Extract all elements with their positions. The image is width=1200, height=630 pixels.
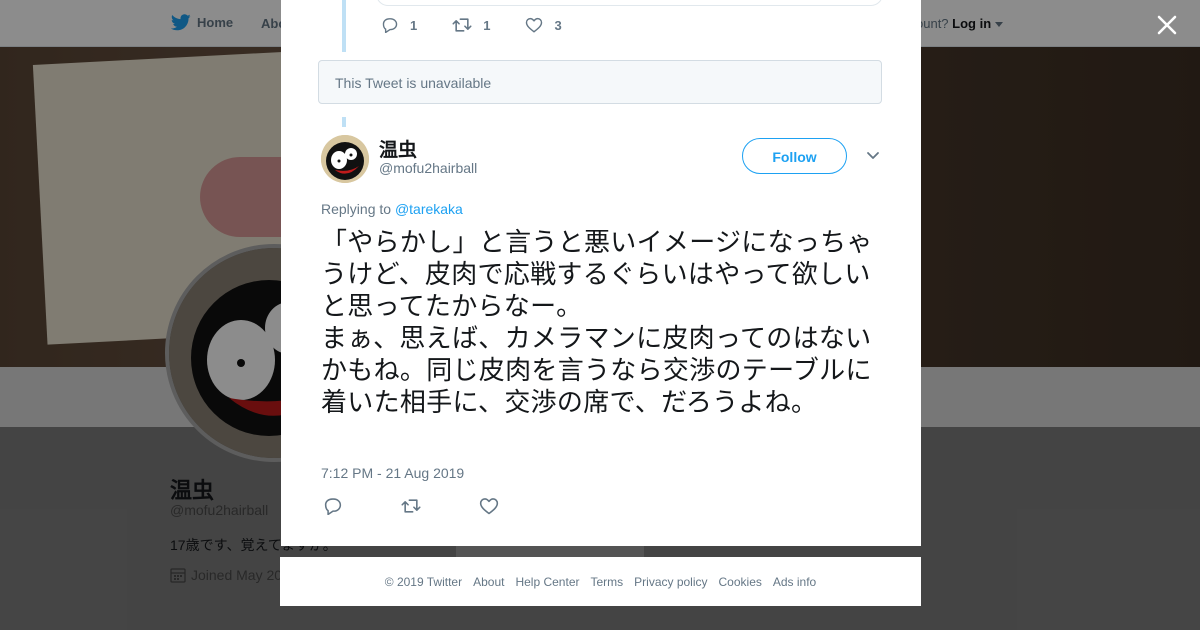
footer-link-ads-info[interactable]: Ads info <box>773 575 816 589</box>
tweet-text: 「やらかし」と言うと悪いイメージになっちゃうけど、皮肉で応戦するぐらいはやって欲… <box>321 228 873 418</box>
tweet-author-avatar[interactable] <box>321 135 369 183</box>
reply-icon[interactable] <box>323 497 343 515</box>
like-icon <box>526 17 543 33</box>
footer-link-about[interactable]: About <box>473 575 504 589</box>
modal-footer: © 2019 Twitter About Help Center Terms P… <box>280 557 921 606</box>
thread-line <box>342 0 346 52</box>
thread-line-stub <box>342 117 346 127</box>
replying-to: Replying to @tarekaka <box>321 201 463 217</box>
reply-icon <box>382 18 398 33</box>
avatar-creature-icon <box>321 135 369 183</box>
footer-copyright: © 2019 Twitter <box>384 574 463 589</box>
footer-link-privacy[interactable]: Privacy policy <box>634 575 707 589</box>
like-icon[interactable] <box>479 497 499 515</box>
footer-link-cookies[interactable]: Cookies <box>719 575 762 589</box>
retweet-icon <box>452 18 472 32</box>
retweet-button[interactable]: 1 <box>452 17 490 33</box>
retweet-icon[interactable] <box>401 497 421 515</box>
tweet-modal: 1 1 3 This Tweet is unavailable 温虫 @mofu… <box>281 0 921 546</box>
previous-tweet-card-edge <box>376 0 883 6</box>
replying-to-label: Replying to <box>321 201 392 217</box>
previous-tweet-actions: 1 1 3 <box>381 17 597 33</box>
retweet-count: 1 <box>483 17 491 33</box>
tweet-timestamp[interactable]: 7:12 PM - 21 Aug 2019 <box>321 465 464 481</box>
like-count: 3 <box>554 17 562 33</box>
chevron-down-icon[interactable] <box>866 150 880 162</box>
close-icon[interactable] <box>1154 12 1180 38</box>
tweet-actions <box>323 497 499 515</box>
reply-button[interactable]: 1 <box>381 17 417 33</box>
footer-link-help-center[interactable]: Help Center <box>515 575 579 589</box>
replying-to-handle-link[interactable]: @tarekaka <box>395 201 463 217</box>
tweet-author-handle[interactable]: @mofu2hairball <box>379 160 477 176</box>
footer-link-terms[interactable]: Terms <box>590 575 623 589</box>
tweet-unavailable-notice: This Tweet is unavailable <box>318 60 882 104</box>
follow-button[interactable]: Follow <box>742 138 847 174</box>
like-button[interactable]: 3 <box>525 17 562 33</box>
tweet-author-name[interactable]: 温虫 <box>379 135 417 162</box>
reply-count: 1 <box>410 17 418 33</box>
